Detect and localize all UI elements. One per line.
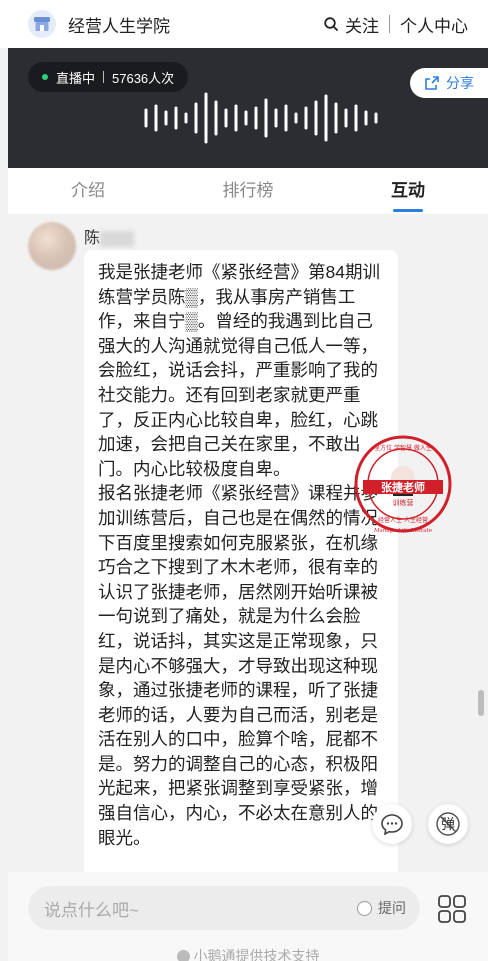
share-icon xyxy=(425,76,439,90)
chat-bubble-icon xyxy=(381,814,403,835)
bottom-composer: 说点什么吧~ 提问 小鹅通提供技术支持 xyxy=(8,872,488,961)
barrage-toggle-button[interactable]: 弹 xyxy=(428,804,468,844)
profile-center-link[interactable]: 个人中心 xyxy=(400,12,468,37)
tab-ranking[interactable]: 排行榜 xyxy=(168,168,328,214)
message-paragraph: 报名张捷老师《紧张经营》课程并参加训练营后，自己也是在偶然的情况下百度里搜索如何… xyxy=(98,483,378,848)
live-dot-icon xyxy=(42,74,48,80)
share-label: 分享 xyxy=(446,75,474,91)
live-player[interactable]: 直播中 57636人次 分享 xyxy=(8,48,488,168)
svg-text:张捷老师: 张捷老师 xyxy=(381,480,425,494)
tab-intro[interactable]: 介绍 xyxy=(8,168,168,214)
tab-bar: 介绍 排行榜 互动 xyxy=(8,168,488,214)
svg-text:训练营: 训练营 xyxy=(393,498,414,507)
ask-question-toggle[interactable]: 提问 xyxy=(357,898,406,918)
message-bubble: 我是张捷老师《紧张经营》第84期训练营学员陈▒，我从事房产销售工作，来自宁▒。曾… xyxy=(84,250,398,872)
powered-by-footer: 小鹅通提供技术支持 xyxy=(8,946,488,961)
avatar[interactable] xyxy=(28,222,76,270)
divider xyxy=(389,15,390,33)
svg-text:全方位 学智慧 做人生: 全方位 学智慧 做人生 xyxy=(374,444,432,452)
scrollbar[interactable] xyxy=(478,690,484,716)
top-bar: 经营人生学院 关注 个人中心 xyxy=(0,0,488,48)
message-paragraph: 我是张捷老师《紧张经营》第84期训练营学员陈▒，我从事房产销售工作，来自宁▒。曾… xyxy=(98,262,380,479)
comment-float-button[interactable] xyxy=(372,804,412,844)
svg-text:经营人生 人生经营: 经营人生 人生经营 xyxy=(378,516,428,524)
tab-interaction[interactable]: 互动 xyxy=(328,168,488,214)
audio-wave-icon xyxy=(144,92,378,144)
grid-menu-icon[interactable] xyxy=(437,894,467,924)
barrage-label: 弹 xyxy=(441,816,455,832)
view-count: 57636人次 xyxy=(112,70,175,86)
follow-button[interactable]: 关注 xyxy=(345,12,379,37)
radio-circle-icon xyxy=(357,900,372,916)
powered-by-text: 小鹅通提供技术支持 xyxy=(193,948,320,961)
comment-input[interactable]: 说点什么吧~ 提问 xyxy=(28,886,420,930)
message-author: 陈 xyxy=(84,224,135,248)
chat-area[interactable]: 陈 我是张捷老师《紧张经营》第84期训练营学员陈▒，我从事房产销售工作，来自宁▒… xyxy=(8,214,488,872)
school-name: 经营人生学院 xyxy=(68,16,170,36)
blurred-name-part xyxy=(100,230,135,247)
live-status-label: 直播中 xyxy=(56,70,96,86)
top-actions: 关注 个人中心 xyxy=(323,12,468,37)
ask-question-label: 提问 xyxy=(378,900,406,916)
search-icon[interactable] xyxy=(323,16,339,32)
xiaoe-logo-icon xyxy=(176,950,190,961)
author-name: 陈 xyxy=(84,230,101,247)
svg-text:Manage Life Insitute: Manage Life Insitute xyxy=(373,528,433,534)
comment-input-placeholder: 说点什么吧~ xyxy=(44,900,139,920)
divider xyxy=(103,71,105,83)
institute-seal-stamp: 张捷老师 训练营 全方位 学智慧 做人生 经营人生 人生经营 Manage Li… xyxy=(354,435,452,534)
school-logo-icon xyxy=(28,10,56,38)
share-button[interactable]: 分享 xyxy=(410,68,488,98)
